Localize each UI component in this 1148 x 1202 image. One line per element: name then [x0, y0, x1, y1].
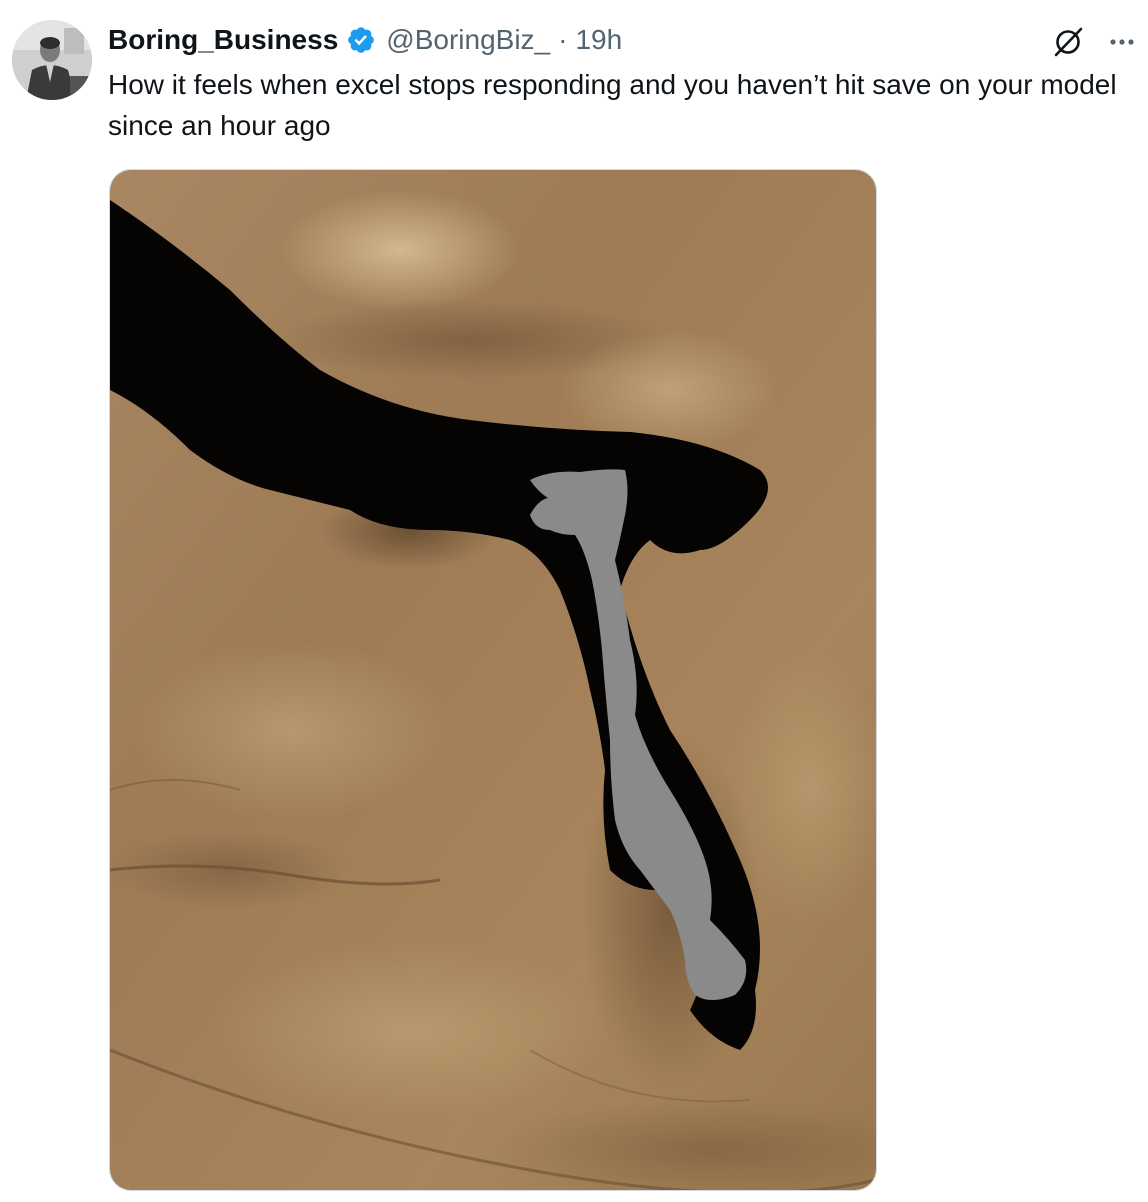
avatar-image — [12, 20, 92, 100]
verified-badge-icon — [348, 27, 375, 53]
handle[interactable]: @BoringBiz_ — [386, 24, 550, 56]
tweet-media-image[interactable] — [109, 169, 877, 1191]
timestamp[interactable]: 19h — [575, 24, 622, 56]
grok-icon[interactable] — [1050, 24, 1086, 60]
tweet-header: Boring_Business @BoringBiz_ · 19h — [108, 22, 622, 58]
more-options-icon[interactable] — [1106, 26, 1138, 58]
avatar[interactable] — [12, 20, 92, 100]
separator-dot: · — [558, 24, 568, 55]
cave-rock-image — [110, 170, 876, 1190]
tweet-text: How it feels when excel stops responding… — [108, 69, 1117, 141]
display-name[interactable]: Boring_Business — [108, 24, 338, 56]
